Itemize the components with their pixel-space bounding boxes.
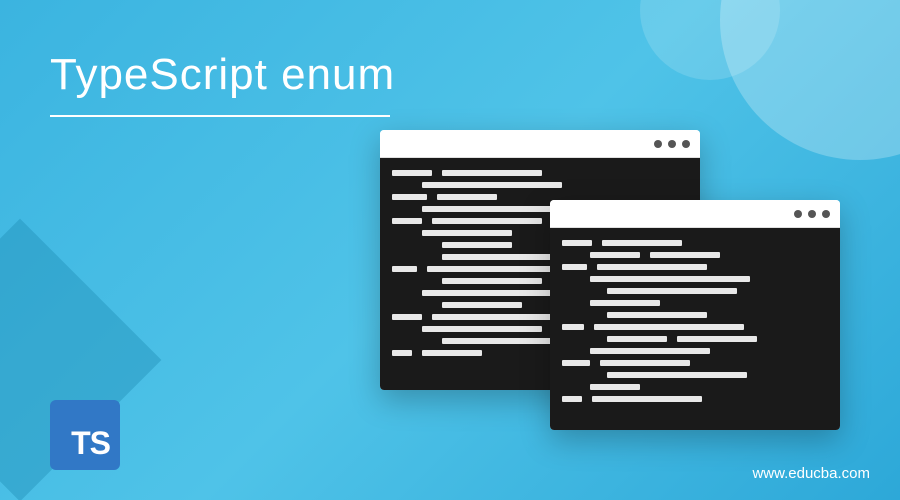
window-control-dot (668, 140, 676, 148)
code-windows-illustration (380, 130, 840, 440)
title-underline (50, 115, 390, 117)
code-window-front (550, 200, 840, 430)
window-control-dot (682, 140, 690, 148)
typescript-logo: TS (50, 400, 120, 470)
window-control-dot (794, 210, 802, 218)
typescript-logo-text: TS (71, 425, 110, 462)
page-title: TypeScript enum (50, 50, 395, 100)
banner-container: TypeScript enum TS www.educba.com (0, 0, 900, 500)
window-titlebar (380, 130, 700, 158)
website-url: www.educba.com (752, 465, 870, 482)
window-titlebar (550, 200, 840, 228)
window-control-dot (654, 140, 662, 148)
code-body (550, 228, 840, 430)
window-control-dot (822, 210, 830, 218)
window-control-dot (808, 210, 816, 218)
